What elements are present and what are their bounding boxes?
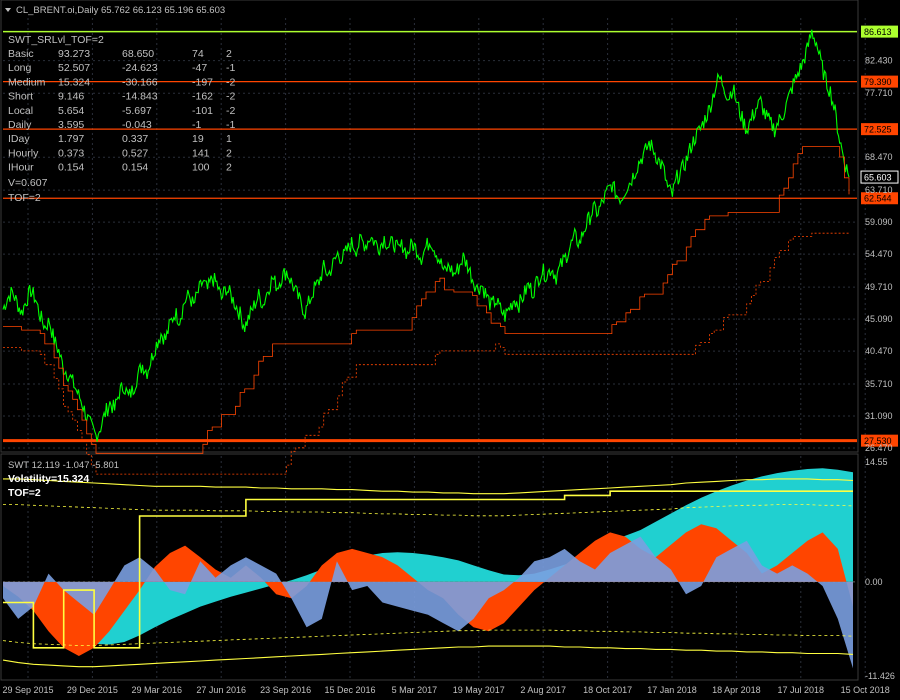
swt-title: SWT 12.119 -1.047 -5.801 <box>8 460 119 471</box>
info-row-c: 141 <box>192 147 210 159</box>
y-tick-label: 63.710 <box>865 185 893 195</box>
price-label: 86.613 <box>864 27 892 37</box>
x-tick-label: 29 Mar 2016 <box>132 685 183 695</box>
info-row-name: Daily <box>8 119 32 131</box>
info-row-c: -47 <box>192 62 207 74</box>
info-row-d: -2 <box>226 91 235 103</box>
volatility-label: Volatility=15.324 <box>8 473 89 485</box>
price-label: 62.544 <box>864 194 892 204</box>
x-tick-label: 18 Apr 2018 <box>712 685 761 695</box>
info-row-a: 15.324 <box>58 76 90 88</box>
info-row-name: Hourly <box>8 147 39 159</box>
info-row-b: -5.697 <box>122 105 152 117</box>
info-title: SWT_SRLvl_TOF=2 <box>8 34 104 46</box>
info-row-name: IDay <box>8 133 30 145</box>
y-tick-label: 82.430 <box>865 56 893 66</box>
info-row-a: 1.797 <box>58 133 84 145</box>
x-tick-label: 27 Jun 2016 <box>196 685 246 695</box>
swt-indicator <box>2 468 857 669</box>
info-row-b: 68.650 <box>122 48 154 60</box>
info-row-b: 0.527 <box>122 147 148 159</box>
x-tick-label: 2 Aug 2017 <box>520 685 566 695</box>
y-tick-label: 40.470 <box>865 346 893 356</box>
trailing-stop-line <box>3 146 850 454</box>
info-row-c: -197 <box>192 76 213 88</box>
time-axis: 29 Sep 2015 29 Dec 2015 29 Mar 2016 27 Jun … <box>2 685 889 695</box>
price-label: 79.390 <box>864 77 892 87</box>
info-row-d: 1 <box>226 133 232 145</box>
y-tick-label: 35.710 <box>865 379 893 389</box>
chart-window: 86.613 79.390 72.525 65.603 62.544 27.530 82.… <box>0 0 900 700</box>
y-tick-label: 31.090 <box>865 411 893 421</box>
x-tick-label: 19 May 2017 <box>453 685 505 695</box>
info-row-c: -162 <box>192 91 213 103</box>
y-tick-label: 26.470 <box>865 443 893 453</box>
info-row-d: 2 <box>226 48 232 60</box>
info-row-name: Basic <box>8 48 34 60</box>
info-row-a: 52.507 <box>58 62 90 74</box>
info-row-a: 0.373 <box>58 147 84 159</box>
symbol-header: CL_BRENT.oi,Daily 65.762 66.123 65.196 6… <box>16 5 225 16</box>
price-label: 65.603 <box>864 173 892 183</box>
y-tick-label: 54.470 <box>865 249 893 259</box>
y-tick-label: 68.470 <box>865 152 893 162</box>
y-tick-label: 77.710 <box>865 88 893 98</box>
info-row-b: 0.337 <box>122 133 148 145</box>
chart-canvas: 86.61379.39072.52565.60362.54427.530 82.… <box>0 0 899 695</box>
info-row-name: Medium <box>8 76 46 88</box>
info-row-d: -1 <box>226 119 235 131</box>
y-tick-label: 59.090 <box>865 217 893 227</box>
info-row-d: 2 <box>226 147 232 159</box>
indicator-y-tick-label: 0.00 <box>865 577 883 587</box>
info-row-name: Short <box>8 91 33 103</box>
info-row-c: -101 <box>192 105 213 117</box>
info-row-a: 5.654 <box>58 105 84 117</box>
info-row-d: -2 <box>226 105 235 117</box>
info-row-b: 0.154 <box>122 162 148 174</box>
price-label: 72.525 <box>864 125 892 135</box>
price-axis: 82.430 77.710 68.470 63.710 59.090 54.470 49.7… <box>865 56 895 681</box>
info-panel: SWT_SRLvl_TOF=2 Basic 93.273 68.650 74 2 Long… <box>8 34 235 204</box>
x-tick-label: 18 Oct 2017 <box>583 685 632 695</box>
info-v-line: V=0.607 <box>8 177 48 189</box>
x-tick-label: 15 Oct 2018 <box>841 685 890 695</box>
info-row-d: -2 <box>226 76 235 88</box>
y-tick-label: 49.710 <box>865 282 893 292</box>
info-row-d: -1 <box>226 62 235 74</box>
info-row-c: -1 <box>192 119 201 131</box>
x-tick-label: 29 Sep 2015 <box>2 685 53 695</box>
dropdown-arrow-icon[interactable] <box>5 8 11 12</box>
info-row-a: 9.146 <box>58 91 84 103</box>
x-tick-label: 17 Jul 2018 <box>778 685 825 695</box>
trailing-stop-line <box>3 232 849 475</box>
info-row-a: 3.595 <box>58 119 84 131</box>
lower-band-line <box>2 645 854 668</box>
info-row-c: 19 <box>192 133 204 145</box>
info-row-d: 2 <box>226 162 232 174</box>
y-tick-label: 45.090 <box>865 314 893 324</box>
indicator-y-tick-label: -11.426 <box>865 671 895 681</box>
x-tick-label: 15 Dec 2016 <box>324 685 375 695</box>
info-row-a: 93.273 <box>58 48 90 60</box>
info-row-b: -30.166 <box>122 76 158 88</box>
info-tof-line: TOF=2 <box>8 192 41 204</box>
indicator-y-tick-label: 14.55 <box>865 457 888 467</box>
x-tick-label: 23 Sep 2016 <box>260 685 311 695</box>
x-tick-label: 17 Jan 2018 <box>647 685 697 695</box>
info-row-name: Local <box>8 105 33 117</box>
info-row-b: -24.623 <box>122 62 158 74</box>
info-row-b: -0.043 <box>122 119 152 131</box>
info-row-c: 100 <box>192 162 210 174</box>
tof-label: TOF=2 <box>8 487 41 499</box>
info-row-a: 0.154 <box>58 162 84 174</box>
x-tick-label: 5 Mar 2017 <box>392 685 438 695</box>
info-row-c: 74 <box>192 48 204 60</box>
info-row-name: IHour <box>8 162 34 174</box>
info-row-name: Long <box>8 62 32 74</box>
x-tick-label: 29 Dec 2015 <box>67 685 118 695</box>
info-row-b: -14.843 <box>122 91 158 103</box>
